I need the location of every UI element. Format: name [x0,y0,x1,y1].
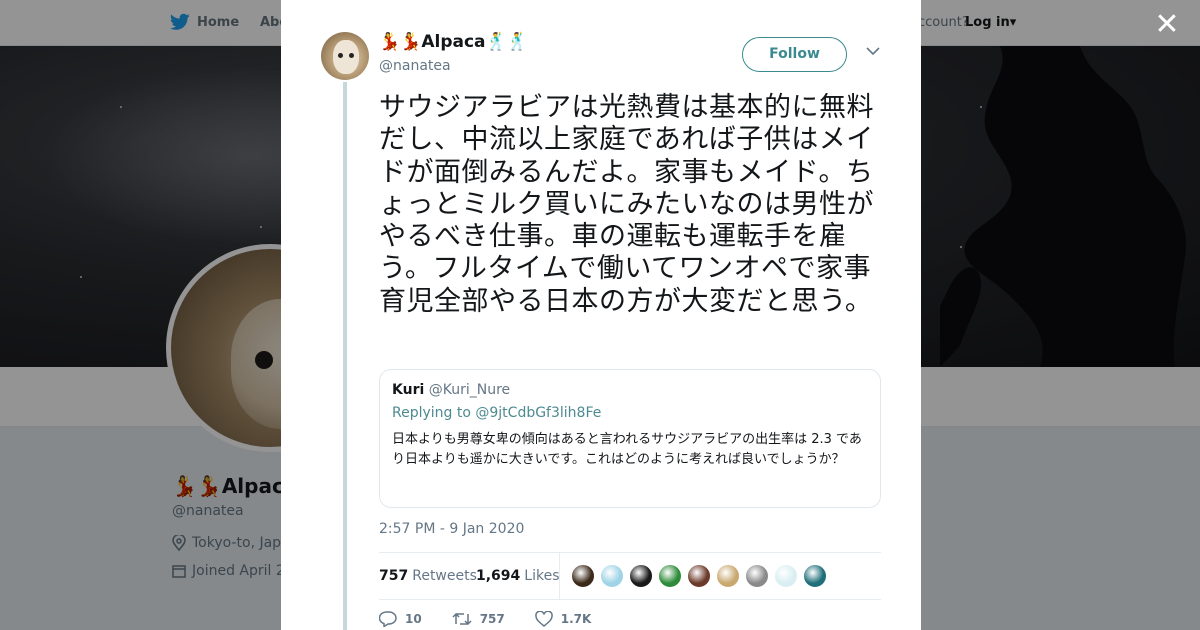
liker-avatar[interactable] [571,564,595,588]
retweet-count: 757 [479,612,505,626]
stats-divider [559,553,560,599]
quoted-replying-to[interactable]: Replying to @9jtCdbGf3lih8Fe [392,405,868,421]
tweet-actions: 10 757 1.7K [379,611,621,627]
liker-avatar[interactable] [629,564,653,588]
author-emoji-before: 💃💃 [379,32,422,52]
tweet-text: サウジアラビアは光熱費は基本的に無料だし、中流以上家庭であれば子供はメイドが面倒… [379,92,874,317]
liker-avatar[interactable] [687,564,711,588]
quoted-tweet[interactable]: Kuri @Kuri_Nure Replying to @9jtCdbGf3li… [379,369,881,508]
tweet-modal: 💃💃 Alpaca 🕺🕺 @nanatea Follow サウジアラビアは光熱費… [281,0,921,630]
retweets-count: 757 [379,568,409,584]
author-handle[interactable]: @nanatea [379,58,451,74]
reply-icon[interactable] [379,611,397,627]
likes-stat[interactable]: 1,694 Likes [476,568,560,584]
author-name[interactable]: 💃💃 Alpaca 🕺🕺 [379,32,528,52]
liker-avatar[interactable] [803,564,827,588]
quoted-author-handle: @Kuri_Nure [428,382,511,398]
like-count: 1.7K [560,612,592,626]
liker-avatar[interactable] [745,564,769,588]
quoted-tweet-header: Kuri @Kuri_Nure [392,382,868,398]
liker-avatar[interactable] [658,564,682,588]
retweet-action[interactable]: 757 [452,611,505,627]
liker-avatar[interactable] [774,564,798,588]
retweets-label: Retweets [412,568,477,584]
heart-icon[interactable] [535,611,553,627]
author-avatar[interactable] [321,32,369,80]
author-emoji-after: 🕺🕺 [485,32,528,52]
retweets-stat[interactable]: 757 Retweets [379,568,477,584]
liker-avatar[interactable] [600,564,624,588]
liker-avatar[interactable] [716,564,740,588]
reply-count: 10 [405,612,422,626]
quoted-tweet-text: 日本よりも男尊女卑の傾向はあると言われるサウジアラビアの出生率は 2.3 であり… [392,432,862,467]
author-name-text[interactable]: Alpaca [421,32,485,52]
like-action[interactable]: 1.7K [535,611,592,627]
retweet-icon[interactable] [452,611,472,627]
chevron-down-icon[interactable] [866,46,880,56]
close-icon[interactable]: ✕ [1153,10,1181,40]
quoted-author-name: Kuri [392,382,425,398]
likes-count: 1,694 [476,568,521,584]
liker-avatars [571,564,827,588]
reply-action[interactable]: 10 [379,611,422,627]
tweet-stats: 757 Retweets 1,694 Likes [379,552,881,600]
thread-line [343,82,347,630]
likes-label: Likes [524,568,560,584]
follow-button[interactable]: Follow [742,37,847,72]
tweet-timestamp[interactable]: 2:57 PM - 9 Jan 2020 [379,521,524,537]
